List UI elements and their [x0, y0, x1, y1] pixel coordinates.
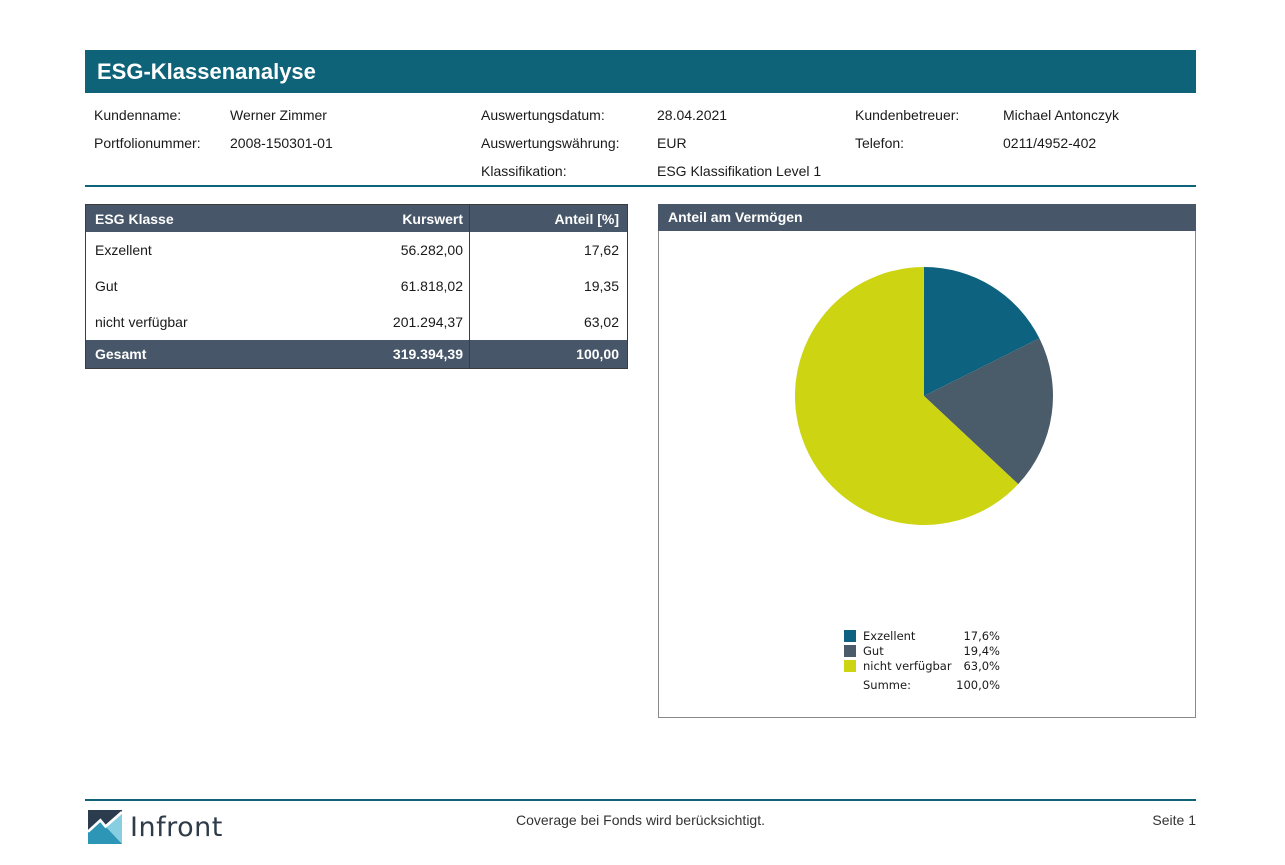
- info-label: Auswertungswährung:: [481, 133, 657, 153]
- col-header-kurswert: Kurswert: [284, 211, 469, 227]
- info-kundenbetreuer: Kundenbetreuer:Michael Antonczyk: [855, 105, 1119, 125]
- info-klassifikation: Klassifikation:ESG Klassifikation Level …: [481, 161, 821, 181]
- page-number: Seite 1: [1152, 812, 1196, 828]
- col-header-anteil: Anteil [%]: [469, 205, 627, 232]
- info-value: 28.04.2021: [657, 107, 727, 123]
- total-label: Gesamt: [86, 346, 284, 362]
- legend-swatch-nicht-verfuegbar: [844, 660, 856, 672]
- legend-value: 63,0%: [963, 659, 1000, 673]
- report-page: ESG-Klassenanalyse Kundenname:Werner Zim…: [0, 0, 1285, 865]
- customer-info: Kundenname:Werner Zimmer Portfolionummer…: [85, 100, 1196, 180]
- info-auswertungsdatum: Auswertungsdatum:28.04.2021: [481, 105, 727, 125]
- legend-summe-label: Summe:: [863, 678, 956, 692]
- table-row: nicht verfügbar 201.294,37 63,02: [86, 304, 627, 340]
- info-label: Portfolionummer:: [94, 133, 230, 153]
- total-kurswert: 319.394,39: [284, 346, 469, 362]
- chart-panel-body: Exzellent 17,6% Gut 19,4% nicht verfügba…: [658, 231, 1196, 718]
- table-header-row: ESG Klasse Kurswert Anteil [%]: [86, 205, 627, 232]
- legend-swatch-exzellent: [844, 630, 856, 642]
- legend-value: 19,4%: [963, 644, 1000, 658]
- table-body: Exzellent 56.282,00 17,62 Gut 61.818,02 …: [86, 232, 627, 340]
- cell-kurswert: 61.818,02: [284, 278, 469, 294]
- info-label: Klassifikation:: [481, 161, 657, 181]
- info-label: Kundenbetreuer:: [855, 105, 1003, 125]
- info-value: Michael Antonczyk: [1003, 107, 1119, 123]
- info-value: 2008-150301-01: [230, 135, 333, 151]
- pie-legend: Exzellent 17,6% Gut 19,4% nicht verfügba…: [844, 628, 1000, 692]
- cell-anteil: 19,35: [469, 268, 627, 304]
- table-row: Gut 61.818,02 19,35: [86, 268, 627, 304]
- info-auswertungswaehrung: Auswertungswährung:EUR: [481, 133, 687, 153]
- info-label: Auswertungsdatum:: [481, 105, 657, 125]
- page-title: ESG-Klassenanalyse: [85, 50, 1196, 93]
- legend-item: Exzellent 17,6%: [844, 628, 1000, 643]
- legend-item: Gut 19,4%: [844, 643, 1000, 658]
- legend-label: Exzellent: [863, 629, 963, 643]
- header-divider: [85, 185, 1196, 187]
- legend-swatch-gut: [844, 645, 856, 657]
- cell-klasse: nicht verfügbar: [86, 314, 284, 330]
- total-anteil: 100,00: [469, 340, 627, 368]
- legend-total: Summe: 100,0%: [844, 677, 1000, 692]
- legend-value: 17,6%: [963, 629, 1000, 643]
- footer-divider: [85, 799, 1196, 801]
- footer-note: Coverage bei Fonds wird berücksichtigt.: [85, 812, 1196, 828]
- pie-chart: [794, 266, 1054, 526]
- chart-panel-title: Anteil am Vermögen: [658, 204, 1196, 231]
- cell-anteil: 63,02: [469, 304, 627, 340]
- info-label: Telefon:: [855, 133, 1003, 153]
- info-label: Kundenname:: [94, 105, 230, 125]
- info-value: EUR: [657, 135, 687, 151]
- legend-item: nicht verfügbar 63,0%: [844, 658, 1000, 673]
- cell-kurswert: 56.282,00: [284, 242, 469, 258]
- legend-label: nicht verfügbar: [863, 659, 963, 673]
- info-value: Werner Zimmer: [230, 107, 327, 123]
- legend-summe-value: 100,0%: [956, 678, 1000, 692]
- info-kundenname: Kundenname:Werner Zimmer: [94, 105, 327, 125]
- cell-anteil: 17,62: [469, 232, 627, 268]
- cell-kurswert: 201.294,37: [284, 314, 469, 330]
- table-row: Exzellent 56.282,00 17,62: [86, 232, 627, 268]
- col-header-esg-klasse: ESG Klasse: [86, 211, 284, 227]
- esg-table: ESG Klasse Kurswert Anteil [%] Exzellent…: [85, 204, 628, 369]
- cell-klasse: Exzellent: [86, 242, 284, 258]
- info-value: ESG Klassifikation Level 1: [657, 163, 821, 179]
- info-value: 0211/4952-402: [1003, 135, 1096, 151]
- chart-panel: Anteil am Vermögen Exzellent 17,6% Gut 1…: [658, 204, 1196, 718]
- info-telefon: Telefon:0211/4952-402: [855, 133, 1096, 153]
- cell-klasse: Gut: [86, 278, 284, 294]
- info-portfolionummer: Portfolionummer:2008-150301-01: [94, 133, 333, 153]
- legend-label: Gut: [863, 644, 963, 658]
- table-total-row: Gesamt 319.394,39 100,00: [86, 340, 627, 368]
